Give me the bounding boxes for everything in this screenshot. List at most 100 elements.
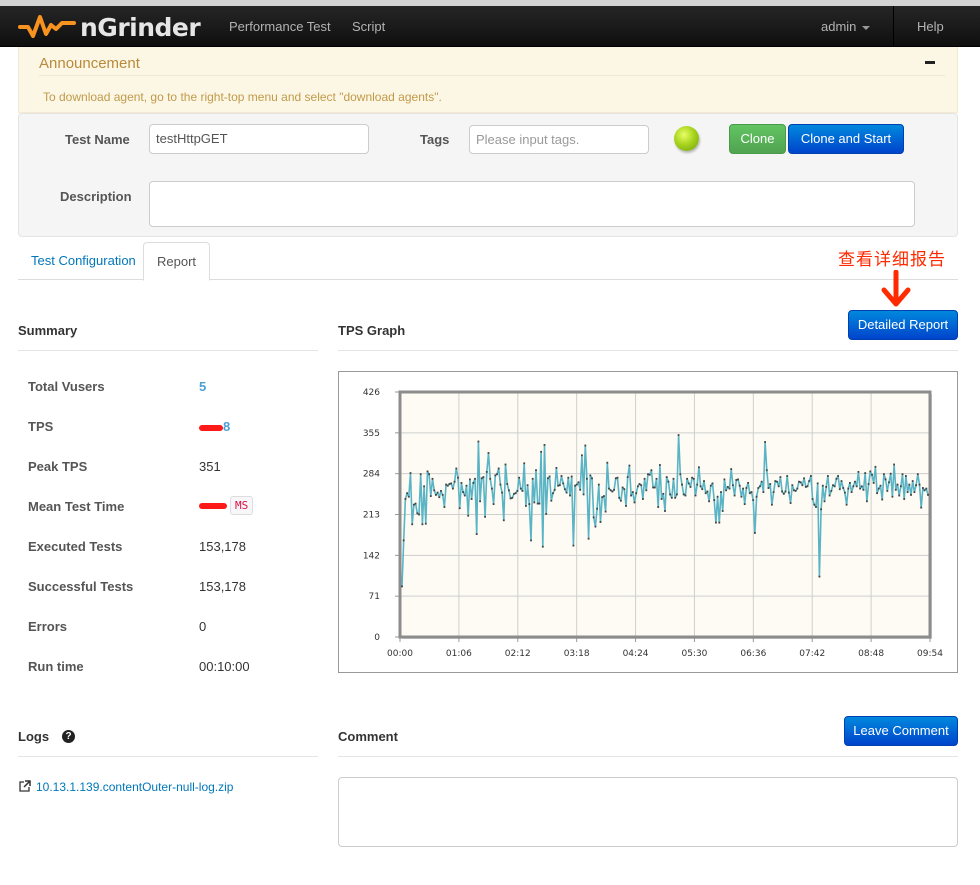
tps-data-point [793,489,795,492]
tps-data-point [594,525,597,528]
tps-data-point [450,482,453,485]
tps-data-point [925,487,928,490]
tps-data-point [898,494,901,497]
y-tick-label: 213 [363,511,380,521]
clone-and-start-button[interactable]: Clone and Start [788,124,904,154]
tps-data-point [900,485,902,488]
tps-data-point [601,496,604,499]
tps-data-point [409,472,412,474]
tps-data-point [905,475,907,477]
tps-data-point [676,493,678,496]
tps-data-point [920,506,923,509]
leave-comment-button[interactable]: Leave Comment [844,716,958,746]
redaction-mark [199,502,227,509]
tps-data-point [492,503,495,505]
tps-data-point [791,484,794,487]
summary-value-successful-tests: 153,178 [199,579,246,594]
tps-data-point [810,475,812,477]
tps-data-point [889,472,892,475]
tags-input[interactable]: Please input tags. [469,125,649,154]
tps-data-point [433,489,436,492]
tps-data-point [782,492,785,495]
tps-data-point [414,502,417,505]
tps-data-point [828,494,831,497]
tps-data-point [477,440,480,443]
tps-data-point [891,495,894,498]
tps-data-point [558,484,561,487]
tab-report[interactable]: Report [143,242,211,281]
collapse-icon[interactable] [925,61,935,64]
summary-title: Summary [18,323,78,338]
tps-data-point [640,484,643,487]
tps-data-point [804,486,807,488]
tps-data-point [518,476,520,479]
tps-data-point [718,521,721,524]
clone-button[interactable]: Clone [729,124,786,154]
tps-data-point [496,473,498,476]
tps-data-point [740,495,743,498]
tps-data-point [927,494,929,496]
comment-textarea[interactable] [338,777,958,847]
tps-data-point [788,491,790,494]
tps-data-point [597,483,600,486]
tps-data-point [445,483,447,486]
tps-data-point [614,477,617,480]
tps-data-point [738,484,741,487]
tps-data-point [726,486,729,488]
announcement-panel: Announcement To download agent, go to th… [18,47,958,113]
tps-data-point [893,463,895,466]
tps-data-point [497,467,500,470]
annotation-text: 查看详细报告 [838,250,946,270]
tps-data-point [835,477,838,480]
tps-data-point [876,492,878,495]
test-name-label: Test Name [65,132,130,147]
tps-data-point [762,491,765,493]
test-name-input[interactable]: testHttpGET [149,124,369,154]
tps-data-point [401,585,403,588]
tps-data-point [511,496,514,499]
tps-data-point [419,473,422,476]
tps-data-point [589,474,592,477]
nav-performance-test[interactable]: Performance Test [229,19,331,34]
tps-data-point [436,491,439,494]
tps-data-point [745,487,748,489]
tps-data-point [579,488,582,491]
summary-label-mean-test-time: Mean Test Time [28,499,125,514]
summary-label-tps: TPS [28,419,54,434]
tps-data-point [849,482,851,484]
tps-data-point [755,495,758,498]
nav-script[interactable]: Script [352,19,385,34]
summary-value-peak-tps: 351 [199,459,221,474]
tab-test-configuration[interactable]: Test Configuration [18,242,149,280]
user-menu[interactable]: admin [821,19,871,34]
announcement-divider [39,75,945,76]
tps-data-point [801,484,804,487]
tps-data-point [896,483,899,486]
y-tick-label: 426 [363,388,380,398]
nav-help[interactable]: Help [917,19,944,34]
help-icon[interactable]: ? [62,730,75,743]
comment-title: Comment [338,729,398,744]
tps-data-point [789,502,792,504]
tps-data-point [628,464,631,467]
log-file-link[interactable]: 10.13.1.139.contentOuter-null-log.zip [36,780,233,794]
tps-data-point [438,496,441,499]
tps-data-point [910,494,912,496]
tps-data-point [653,486,656,489]
tps-data-point [528,503,531,505]
tps-data-point [630,494,632,497]
tps-data-point [808,480,811,482]
description-input[interactable] [149,181,915,227]
tps-data-point [681,483,683,486]
unit-badge: MS [230,496,254,515]
tps-data-point [513,492,515,495]
detailed-report-button[interactable]: Detailed Report [848,310,958,340]
tps-data-point [557,484,559,487]
tps-data-point [577,481,580,484]
brand-logo[interactable]: nGrinder [18,10,201,44]
tps-data-point [418,513,420,516]
tps-data-point [618,496,621,499]
tps-data-point [426,470,429,473]
tps-data-point [514,492,517,495]
tps-data-point [480,477,483,480]
